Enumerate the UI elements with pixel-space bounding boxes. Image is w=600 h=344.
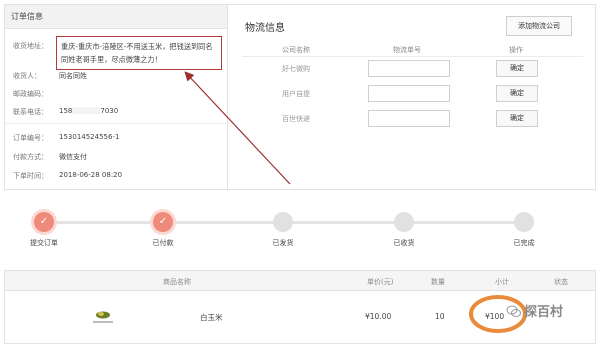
col-qty-header: 数量 (431, 278, 445, 286)
step-submitted-label: 提交订单 (30, 239, 58, 247)
step-paid-dot: ✓ (153, 212, 173, 232)
confirm-button[interactable]: 确定 (496, 60, 538, 77)
step-received-label: 已收货 (393, 239, 415, 247)
payment-label: 付款方式： (13, 153, 48, 161)
step-paid-label: 已付款 (152, 239, 174, 247)
product-name: 白玉米 (200, 313, 223, 322)
add-logistics-company-button[interactable]: 添加物流公司 (506, 16, 572, 36)
chat-bubble-icon (506, 305, 521, 317)
order-info-panel: 订单信息 收货地址： 收货人： 同名同姓 邮政编码： 联系电话： 158 703… (4, 4, 228, 190)
step-shipped-label: 已发货 (272, 239, 294, 247)
order-time-label: 下单时间： (13, 172, 48, 180)
order-time-row: 下单时间： 2018-06-28 08:20 (13, 171, 122, 181)
receiver-label: 收货人： (13, 72, 41, 80)
order-no-value: 153014524556-1 (59, 133, 120, 141)
postcode-row: 邮政编码： (13, 89, 59, 99)
confirm-button[interactable]: 确定 (496, 85, 538, 102)
col-name-header: 商品名称 (163, 278, 191, 286)
watermark-text: 探百村 (524, 305, 564, 320)
check-icon: ✓ (158, 216, 168, 227)
receiver-row: 收货人： 同名同姓 (13, 71, 87, 81)
tracking-number-input[interactable] (368, 60, 450, 77)
logistics-title: 物流信息 (245, 23, 285, 34)
phone-label: 联系电话： (13, 108, 48, 116)
step-received-dot (394, 212, 414, 232)
product-qty: 10 (435, 312, 445, 321)
divider (5, 123, 227, 124)
phone-suffix: 7030 (100, 107, 119, 115)
address-label: 收货地址： (13, 42, 48, 50)
col-subtotal-header: 小计 (495, 278, 509, 286)
order-no-label: 订单编号： (13, 134, 48, 142)
col-status-header: 状态 (554, 278, 568, 286)
payment-row: 付款方式： 微信支付 (13, 152, 87, 162)
order-time-value: 2018-06-28 08:20 (59, 171, 123, 179)
step-completed-dot (514, 212, 534, 232)
phone-row: 联系电话： 158 7030 (13, 107, 118, 117)
col-action-header: 操作 (509, 46, 523, 54)
col-price-header: 单价(元) (367, 278, 394, 286)
receiver-value: 同名同姓 (59, 72, 87, 80)
product-thumbnail (93, 311, 113, 323)
address-row: 收货地址： (13, 41, 59, 51)
logistics-panel: 物流信息 添加物流公司 公司名称 物流单号 操作 好七微购 确定 用户自提 确定… (228, 4, 596, 190)
col-tracking-header: 物流单号 (393, 46, 421, 54)
goods-table-header: 商品名称 单价(元) 数量 小计 状态 (5, 271, 595, 291)
address-value-highlight: 重庆-重庆市-涪陵区-不用送玉米，把钱送到同名同姓老哥手里，尽点微薄之力！ (56, 36, 222, 70)
tracking-number-input[interactable] (368, 110, 450, 127)
step-shipped-dot (273, 212, 293, 232)
company-name: 好七微购 (282, 65, 310, 73)
check-icon: ✓ (39, 216, 49, 227)
phone-mask (72, 107, 101, 114)
product-price: ¥10.00 (365, 312, 392, 321)
confirm-button[interactable]: 确定 (496, 110, 538, 127)
order-no-row: 订单编号： 153014524556-1 (13, 133, 119, 143)
tracking-number-input[interactable] (368, 85, 450, 102)
order-info-title: 订单信息 (5, 5, 227, 29)
postcode-label: 邮政编码： (13, 90, 48, 98)
step-completed-label: 已完成 (513, 239, 535, 247)
col-company-header: 公司名称 (282, 46, 310, 54)
payment-value: 微信支付 (59, 153, 87, 161)
phone-prefix: 158 (59, 107, 73, 115)
company-name: 用户自提 (282, 90, 310, 98)
header-divider (242, 56, 583, 57)
product-subtotal: ¥100 (485, 312, 505, 321)
company-name: 百世快递 (282, 115, 310, 123)
step-submitted-dot: ✓ (34, 212, 54, 232)
